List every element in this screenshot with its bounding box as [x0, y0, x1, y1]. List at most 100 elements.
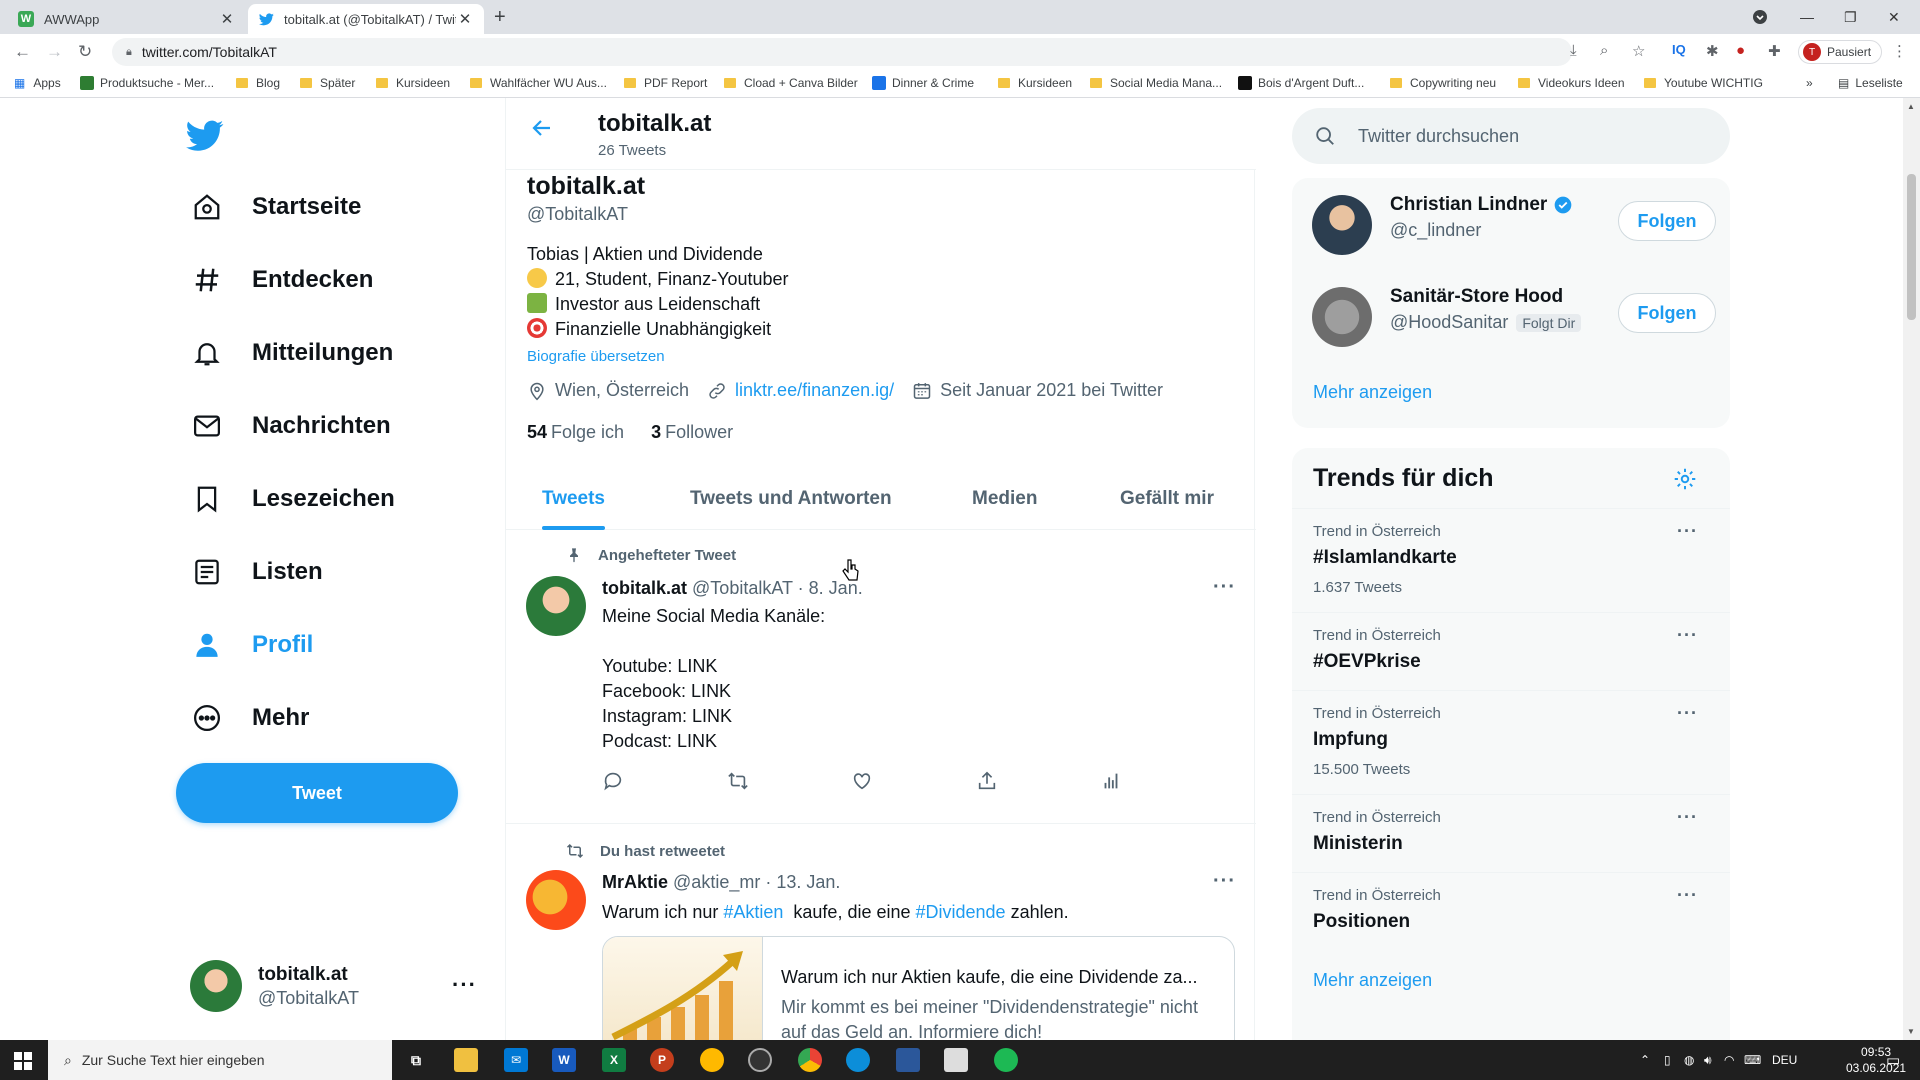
share-icon[interactable]	[976, 770, 998, 792]
translate-bio-link[interactable]: Biografie übersetzen	[527, 348, 665, 365]
tab-likes[interactable]: Gefällt mir	[1120, 468, 1214, 530]
trend-more-icon[interactable]: ···	[1677, 625, 1698, 646]
close-window-icon[interactable]: ✕	[1888, 0, 1900, 34]
bookmark-item[interactable]: Social Media Mana...	[1090, 76, 1222, 90]
new-tab-icon[interactable]: +	[494, 6, 506, 29]
obs-icon[interactable]	[748, 1048, 772, 1072]
browser-tab-twitter[interactable]: tobitalk.at (@TobitalkAT) / Twitte ✕	[248, 4, 484, 34]
analytics-icon[interactable]	[1100, 770, 1122, 792]
bookmark-item[interactable]: Dinner & Crime	[872, 76, 974, 90]
extension-badge-icon[interactable]: ●	[1736, 42, 1745, 59]
nav-item-home[interactable]: Startseite	[190, 182, 361, 232]
following-link[interactable]: 54 Folge ich	[527, 422, 624, 442]
compose-tweet-button[interactable]: Tweet	[176, 763, 458, 823]
zoom-icon[interactable]: ⌕	[1600, 42, 1608, 59]
follow-button[interactable]: Folgen	[1618, 201, 1716, 241]
minimize-icon[interactable]: —	[1800, 0, 1814, 34]
spotify-icon[interactable]	[994, 1048, 1018, 1072]
bookmark-item[interactable]: Produktsuche - Mer...	[80, 76, 214, 90]
search-input[interactable]: Twitter durchsuchen	[1292, 108, 1730, 164]
notepad-icon[interactable]	[944, 1048, 968, 1072]
close-tab-icon[interactable]: ✕	[218, 10, 236, 28]
task-view-icon[interactable]: ⧉	[404, 1048, 428, 1072]
follow-suggestion[interactable]: Sanitär-Store Hood @HoodSanitar Folgt Dir…	[1312, 282, 1716, 352]
bookmark-item[interactable]: Blog	[236, 76, 280, 90]
word-icon[interactable]: W	[552, 1048, 576, 1072]
reply-icon[interactable]	[602, 770, 624, 792]
back-arrow-icon[interactable]	[530, 116, 554, 147]
trend-item[interactable]: Trend in Österreich #OEVPkrise ···	[1292, 612, 1730, 690]
link-preview-card[interactable]: Warum ich nur Aktien kaufe, die eine Div…	[602, 936, 1235, 1040]
browser-menu-icon[interactable]: ⋮	[1892, 42, 1907, 60]
back-arrow-icon[interactable]: ←	[14, 42, 31, 62]
address-bar[interactable]: 🔒︎ twitter.com/TobitalkAT	[112, 38, 1572, 66]
browser-tab-awwapp[interactable]: W AWWApp ✕	[8, 4, 246, 34]
profile-link[interactable]: linktr.ee/finanzen.ig/	[707, 380, 894, 401]
powerpoint-icon[interactable]: P	[650, 1048, 674, 1072]
puzzle-icon[interactable]: ✚	[1768, 42, 1781, 60]
avatar[interactable]	[526, 576, 586, 636]
nav-item-bookmarks[interactable]: Lesezeichen	[190, 474, 395, 524]
reload-icon[interactable]: ↻	[78, 42, 92, 62]
bookmarks-overflow[interactable]: »	[1806, 76, 1813, 90]
retweet-icon[interactable]	[727, 770, 749, 792]
windows-start-icon[interactable]	[14, 1052, 32, 1075]
nav-item-profile[interactable]: Profil	[190, 620, 313, 670]
link-text[interactable]: linktr.ee/finanzen.ig/	[735, 380, 894, 401]
install-icon[interactable]: ⤓	[1570, 42, 1577, 59]
scrollbar-thumb[interactable]	[1907, 174, 1916, 320]
mail-icon[interactable]: ✉	[504, 1048, 528, 1072]
scroll-up-icon[interactable]: ▲	[1907, 102, 1915, 111]
tab-tweets[interactable]: Tweets	[542, 468, 606, 530]
network-icon[interactable]: ◍	[1684, 1040, 1694, 1080]
taskbar-search-input[interactable]: ⌕ Zur Suche Text hier eingeben	[48, 1040, 392, 1080]
trend-more-icon[interactable]: ···	[1677, 885, 1698, 906]
trend-item[interactable]: Trend in Österreich #Islamlandkarte 1.63…	[1292, 508, 1730, 612]
wifi-icon[interactable]: ◠	[1724, 1040, 1734, 1080]
bookmark-item[interactable]: Copywriting neu	[1390, 76, 1496, 90]
nav-item-messages[interactable]: Nachrichten	[190, 401, 391, 451]
gear-icon[interactable]	[1672, 466, 1698, 497]
nav-item-lists[interactable]: Listen	[190, 547, 323, 597]
tray-device-icon[interactable]: ▯	[1664, 1040, 1671, 1080]
show-more-link[interactable]: Mehr anzeigen	[1313, 970, 1432, 991]
bookmark-item[interactable]: Kursideen	[998, 76, 1072, 90]
close-tab-icon[interactable]: ✕	[456, 10, 474, 28]
bookmark-apps[interactable]: ▦ Apps	[14, 76, 61, 90]
like-icon[interactable]	[851, 770, 873, 792]
excel-icon[interactable]: X	[602, 1048, 626, 1072]
twitter-logo-icon[interactable]	[186, 120, 224, 157]
tweet-pinned[interactable]: Angehefteter Tweet tobitalk.at @Tobitalk…	[506, 530, 1256, 824]
profile-paused-button[interactable]: T Pausiert	[1798, 40, 1883, 64]
bookmark-item[interactable]: Bois d'Argent Duft...	[1238, 76, 1364, 90]
bookmark-item[interactable]: Später	[300, 76, 355, 90]
reading-list[interactable]: ▤ Leseliste	[1838, 76, 1903, 90]
chrome-icon[interactable]	[798, 1048, 822, 1072]
tweet-more-icon[interactable]: ···	[1213, 576, 1236, 599]
forward-arrow-icon[interactable]: →	[46, 42, 63, 62]
tweet-author[interactable]: MrAktie	[602, 872, 668, 892]
bookmark-item[interactable]: Youtube WICHTIG	[1644, 76, 1763, 90]
keyboard-icon[interactable]: ⌨	[1744, 1040, 1761, 1080]
tab-tweets-and-replies[interactable]: Tweets und Antworten	[690, 468, 892, 530]
tray-up-icon[interactable]: ⌃	[1640, 1040, 1650, 1080]
iq-extension-icon[interactable]: IQ	[1672, 42, 1686, 57]
nav-item-notifications[interactable]: Mitteilungen	[190, 328, 393, 378]
trend-more-icon[interactable]: ···	[1677, 521, 1698, 542]
follow-suggestion[interactable]: Christian Lindner @c_lindner Folgen	[1312, 190, 1716, 260]
file-explorer-icon[interactable]	[454, 1048, 478, 1072]
page-scrollbar[interactable]: ▲ ▼	[1903, 98, 1920, 1040]
volume-icon[interactable]: 🔊︎	[1704, 1040, 1712, 1080]
tweet-more-icon[interactable]: ···	[1213, 870, 1236, 893]
tab-search-icon[interactable]	[1752, 0, 1768, 34]
app-icon[interactable]	[896, 1048, 920, 1072]
extension-icon[interactable]: ✱	[1706, 42, 1719, 60]
nav-item-more[interactable]: Mehr	[190, 693, 309, 743]
bookmark-item[interactable]: PDF Report	[624, 76, 707, 90]
trend-item[interactable]: Trend in Österreich Ministerin ···	[1292, 794, 1730, 872]
nav-item-explore[interactable]: Entdecken	[190, 255, 373, 305]
edge-icon[interactable]	[846, 1048, 870, 1072]
star-icon[interactable]: ☆	[1632, 42, 1645, 60]
bookmark-item[interactable]: Kursideen	[376, 76, 450, 90]
account-switcher[interactable]: tobitalk.at @TobitalkAT	[190, 960, 359, 1012]
